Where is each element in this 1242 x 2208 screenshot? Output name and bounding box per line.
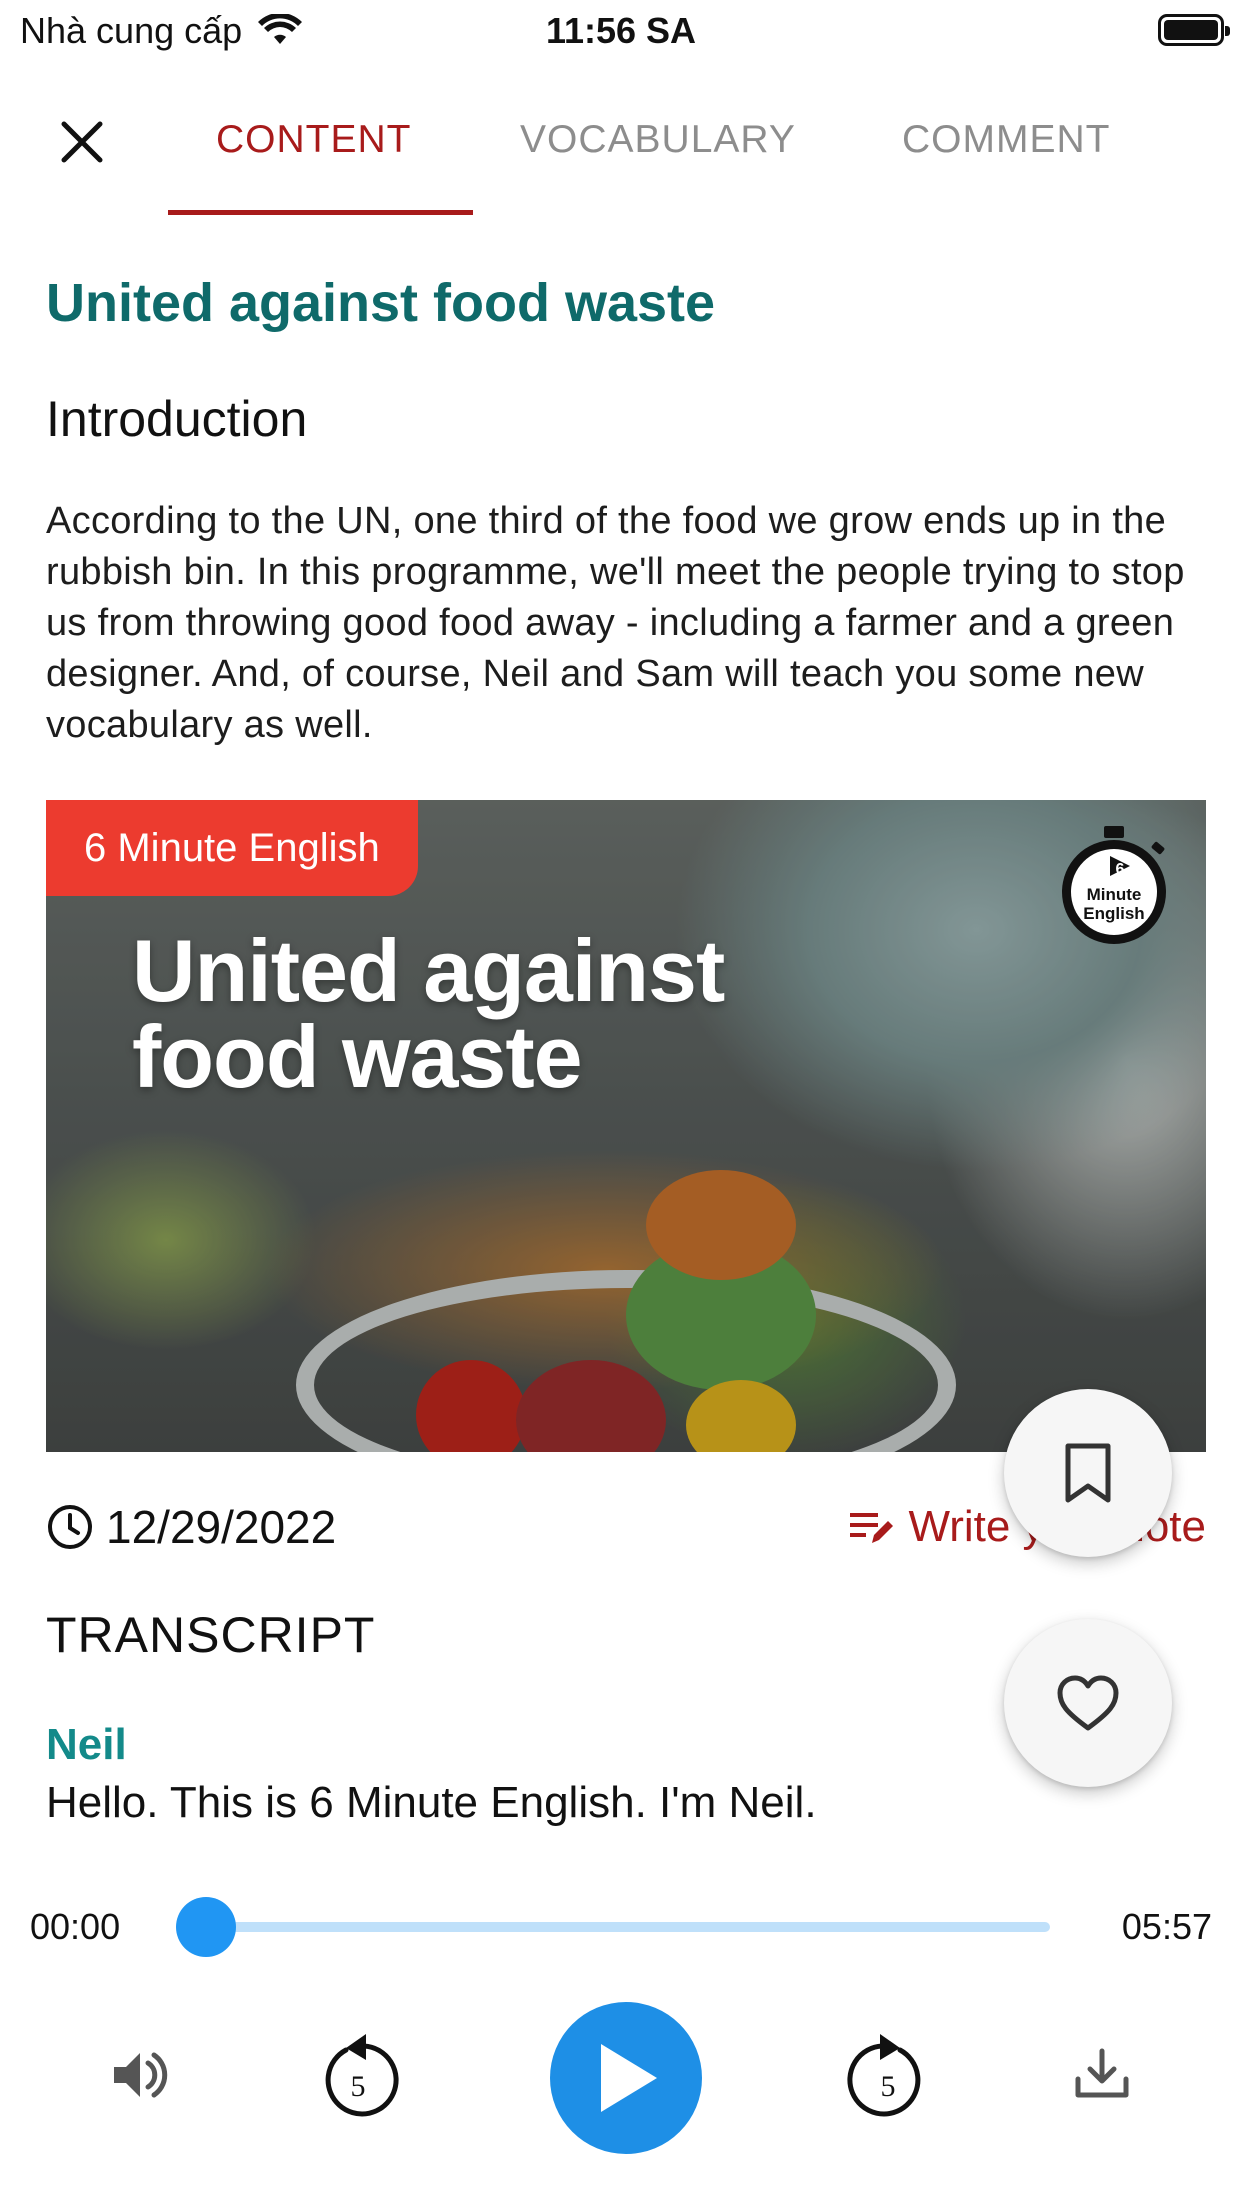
speaker-name: Neil bbox=[46, 1720, 127, 1769]
forward-5-icon: 5 bbox=[847, 2034, 921, 2117]
favorite-button[interactable] bbox=[1004, 1619, 1172, 1787]
tab-vocabulary[interactable]: VOCABULARY bbox=[520, 118, 796, 162]
close-button[interactable] bbox=[52, 112, 112, 172]
battery-icon bbox=[1158, 14, 1230, 46]
forward-seconds: 5 bbox=[881, 2070, 896, 2103]
close-icon bbox=[61, 121, 103, 163]
logo-text-minute: Minute bbox=[1087, 885, 1142, 904]
bookmark-button[interactable] bbox=[1004, 1389, 1172, 1557]
active-tab-indicator bbox=[168, 210, 473, 215]
replay-5-icon: 5 bbox=[325, 2034, 399, 2117]
article-image: 6 Minute English United against food was… bbox=[46, 800, 1206, 1452]
logo-text-english: English bbox=[1083, 904, 1144, 923]
heart-icon bbox=[1057, 1675, 1119, 1731]
play-icon bbox=[601, 2044, 657, 2112]
image-overlay-title: United against food waste bbox=[132, 921, 725, 1106]
bookmark-icon bbox=[1065, 1443, 1111, 1503]
tab-comment[interactable]: COMMENT bbox=[902, 118, 1110, 162]
clock-icon bbox=[48, 1505, 92, 1549]
download-button[interactable] bbox=[1052, 2010, 1152, 2140]
forward-button[interactable]: 5 bbox=[836, 2010, 936, 2140]
transcript-line: Hello. This is 6 Minute English. I'm Nei… bbox=[46, 1778, 817, 1827]
image-shade bbox=[46, 800, 1206, 1452]
progress-thumb[interactable] bbox=[176, 1897, 236, 1957]
series-badge: 6 Minute English bbox=[46, 800, 418, 896]
article-title: United against food waste bbox=[46, 273, 716, 333]
status-time: 11:56 SA bbox=[545, 10, 697, 51]
volume-button[interactable] bbox=[90, 2010, 190, 2140]
rewind-seconds: 5 bbox=[351, 2070, 366, 2103]
publish-date: 12/29/2022 bbox=[46, 1500, 336, 1554]
six-minute-english-logo: 6 Minute English bbox=[1062, 826, 1166, 944]
progress-track[interactable] bbox=[176, 1922, 1050, 1932]
download-icon bbox=[1075, 2048, 1129, 2098]
tab-content[interactable]: CONTENT bbox=[216, 118, 412, 162]
intro-body: According to the UN, one third of the fo… bbox=[46, 500, 1185, 746]
current-time: 00:00 bbox=[30, 1906, 121, 1947]
intro-heading: Introduction bbox=[46, 391, 308, 447]
duration: 05:57 bbox=[1121, 1906, 1212, 1947]
volume-icon bbox=[114, 2052, 168, 2098]
rewind-button[interactable]: 5 bbox=[310, 2010, 410, 2140]
transcript-heading: TRANSCRIPT bbox=[46, 1607, 376, 1663]
date-text: 12/29/2022 bbox=[106, 1501, 337, 1553]
play-button[interactable] bbox=[550, 2002, 702, 2154]
logo-number: 6 bbox=[1116, 861, 1125, 878]
edit-note-icon bbox=[850, 1513, 894, 1543]
